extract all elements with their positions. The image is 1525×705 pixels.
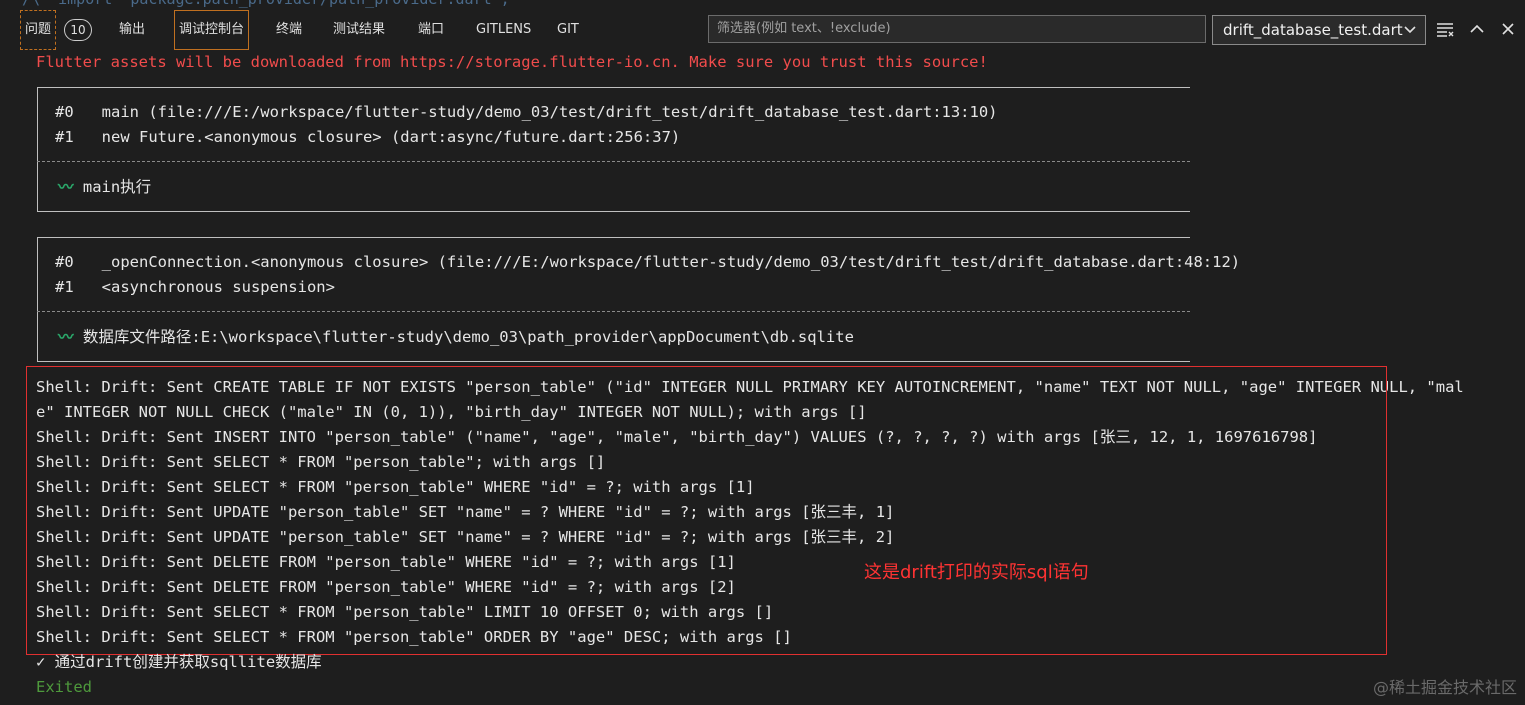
tab-git[interactable]: GIT <box>557 14 579 46</box>
log-box-divider <box>37 311 1190 312</box>
stack-frame-1: #1 new Future.<anonymous closure> (dart:… <box>55 128 681 146</box>
problems-count-badge: 10 <box>64 19 92 41</box>
annotation-text: 这是drift打印的实际sql语句 <box>864 562 1089 583</box>
log-box-divider <box>37 161 1190 162</box>
log-message-2: 〰 数据库文件路径:E:\workspace\flutter-study\dem… <box>58 325 854 350</box>
exited-status: Exited <box>36 678 92 696</box>
log-box-bottom-border <box>37 361 1190 362</box>
tab-problems[interactable]: 问题 <box>20 10 57 50</box>
stack-frame-1: #1 <asynchronous suspension> <box>55 278 335 296</box>
tab-gitlens[interactable]: GITLENS <box>476 14 531 46</box>
annotation-highlight-box <box>26 366 1387 655</box>
log-message-2-text: 数据库文件路径:E:\workspace\flutter-study\demo_… <box>82 328 854 346</box>
tab-terminal[interactable]: 终端 <box>276 14 302 46</box>
stack-frame-0: #0 _openConnection.<anonymous closure> (… <box>55 253 1241 271</box>
log-box-bottom-border <box>37 211 1190 212</box>
stack-frame-0: #0 main (file:///E:/workspace/flutter-st… <box>55 103 998 121</box>
clear-console-icon[interactable] <box>1434 17 1456 41</box>
chevron-down-icon <box>1403 16 1417 53</box>
close-icon[interactable] <box>1497 17 1519 41</box>
chevron-up-icon[interactable] <box>1466 17 1488 41</box>
tab-debug-console[interactable]: 调试控制台 <box>174 10 250 50</box>
console-filter-input[interactable]: 筛选器(例如 text、!exclude) <box>708 15 1206 43</box>
flutter-assets-warning: Flutter assets will be downloaded from h… <box>36 53 988 71</box>
log-message-1-text: main执行 <box>82 178 152 196</box>
tab-test-results[interactable]: 测试结果 <box>333 14 385 46</box>
tab-output[interactable]: 输出 <box>119 14 145 46</box>
test-pass-line: ✓ 通过drift创建并获取sqllite数据库 <box>36 653 322 671</box>
worm-icon: 〰 <box>58 178 74 196</box>
debug-session-select[interactable]: drift_database_test.dart <box>1212 15 1426 45</box>
worm-icon: 〰 <box>58 328 74 346</box>
tab-ports[interactable]: 端口 <box>418 14 444 46</box>
debug-session-label: drift_database_test.dart <box>1223 21 1403 39</box>
watermark: @稀土掘金技术社区 <box>1372 678 1517 697</box>
editor-ghost-line: /\ import 'package:path_provider/path_pr… <box>22 0 510 8</box>
log-message-1: 〰 main执行 <box>58 175 151 200</box>
